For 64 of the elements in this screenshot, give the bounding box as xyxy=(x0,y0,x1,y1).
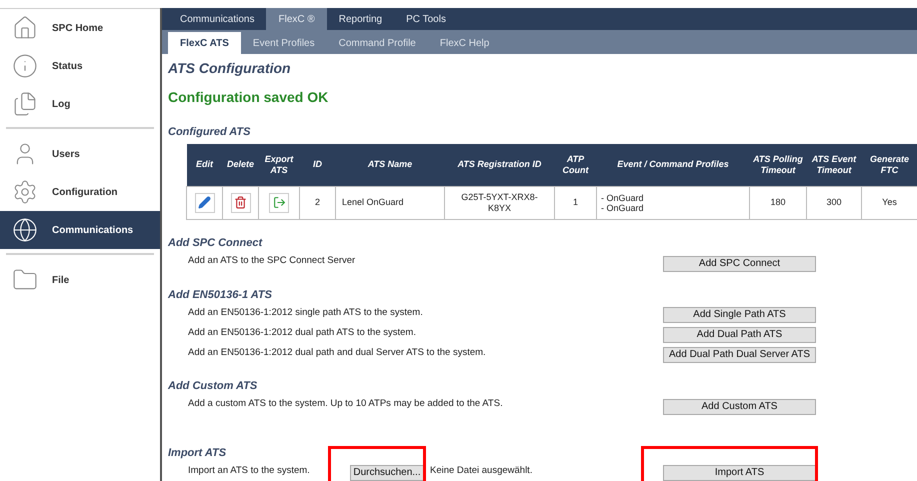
tab[interactable]: Reporting xyxy=(326,8,394,30)
table-cell: 180 xyxy=(750,186,806,220)
description-text: Add a custom ATS to the system. Up to 10 ATPs may be added to the ATS. xyxy=(188,397,504,412)
action-button[interactable]: Add Custom ATS xyxy=(663,398,816,414)
sidebar-item[interactable]: Log xyxy=(0,85,160,123)
sidebar-item[interactable]: File xyxy=(0,261,160,299)
action-button[interactable]: Add Single Path ATS xyxy=(663,307,816,323)
documents-icon xyxy=(12,91,38,117)
profile-entry: - OnGuard xyxy=(601,203,645,213)
export-button[interactable] xyxy=(269,192,289,212)
section-title: Configured ATS xyxy=(168,125,252,140)
home-icon xyxy=(12,15,38,41)
section-title: Add SPC Connect xyxy=(168,236,262,251)
table-cell: G25T-5YXT-XRX8-K8YX xyxy=(444,186,554,220)
table-cell: 1 xyxy=(554,186,596,220)
section-title: Add Custom ATS xyxy=(168,379,258,394)
file-status: Keine Datei ausgewählt. xyxy=(429,464,534,478)
description-text: Import an ATS to the system. xyxy=(188,464,311,478)
action-button[interactable]: Add Dual Path ATS xyxy=(663,327,816,343)
column-header: Generate FTC xyxy=(862,144,917,186)
gear-icon xyxy=(12,179,38,205)
tab[interactable]: FlexC ATS xyxy=(168,32,241,54)
tab[interactable]: PC Tools xyxy=(394,8,458,30)
column-header: ATS Polling Timeout xyxy=(750,144,806,186)
globe-icon xyxy=(12,217,38,243)
status-message: Configuration saved OK xyxy=(168,88,330,107)
pencil-icon xyxy=(198,196,211,209)
column-header: ID xyxy=(300,144,336,186)
sidebar-item[interactable]: Status xyxy=(0,47,160,85)
section-title: Add EN50136-1 ATS xyxy=(168,288,272,302)
action-button[interactable]: Durchsuchen... xyxy=(350,465,424,481)
page-title: ATS Configuration xyxy=(168,59,292,78)
column-header: Event / Command Profiles xyxy=(596,144,750,186)
column-header: ATS Name xyxy=(336,144,444,186)
table-cell: 2 xyxy=(300,186,336,220)
sidebar-item[interactable]: SPC Home xyxy=(0,9,160,47)
action-button[interactable]: Add Dual Path Dual Server ATS xyxy=(663,347,816,363)
edit-button[interactable] xyxy=(194,192,214,212)
description-text: Add an EN50136-1:2012 dual path and dual Server ATS to the system. xyxy=(188,346,487,360)
table-cell: 300 xyxy=(806,186,862,220)
tab[interactable]: Communications xyxy=(168,8,266,30)
sidebar-item[interactable]: Communications xyxy=(0,211,160,249)
delete-button[interactable] xyxy=(230,192,250,212)
description-text: Add an EN50136-1:2012 single path ATS to the system. xyxy=(188,306,424,320)
description-text: Add an EN50136-1:2012 dual path ATS to the system. xyxy=(188,326,417,340)
sidebar-item[interactable]: Configuration xyxy=(0,173,160,211)
action-button[interactable]: Add SPC Connect xyxy=(663,256,816,272)
column-header: Edit xyxy=(186,144,222,186)
profile-entry: - OnGuard xyxy=(601,193,645,203)
column-header: ATS Registration ID xyxy=(444,144,554,186)
info-icon xyxy=(12,53,38,79)
column-header: Delete xyxy=(222,144,258,186)
column-header: ATP Count xyxy=(554,144,596,186)
tab[interactable]: FlexC ® xyxy=(266,8,327,30)
column-header: Export ATS xyxy=(258,144,300,186)
trash-icon xyxy=(234,196,247,209)
table-cell: Lenel OnGuard xyxy=(336,186,444,220)
section-title: Import ATS xyxy=(168,446,226,460)
export-icon xyxy=(272,196,286,209)
action-button[interactable]: Import ATS xyxy=(663,465,816,481)
sidebar-item[interactable]: Users xyxy=(0,135,160,173)
table-cell: Yes xyxy=(862,186,917,220)
description-text: Add an ATS to the SPC Connect Server xyxy=(188,254,356,268)
column-header: ATS Event Timeout xyxy=(806,144,862,186)
